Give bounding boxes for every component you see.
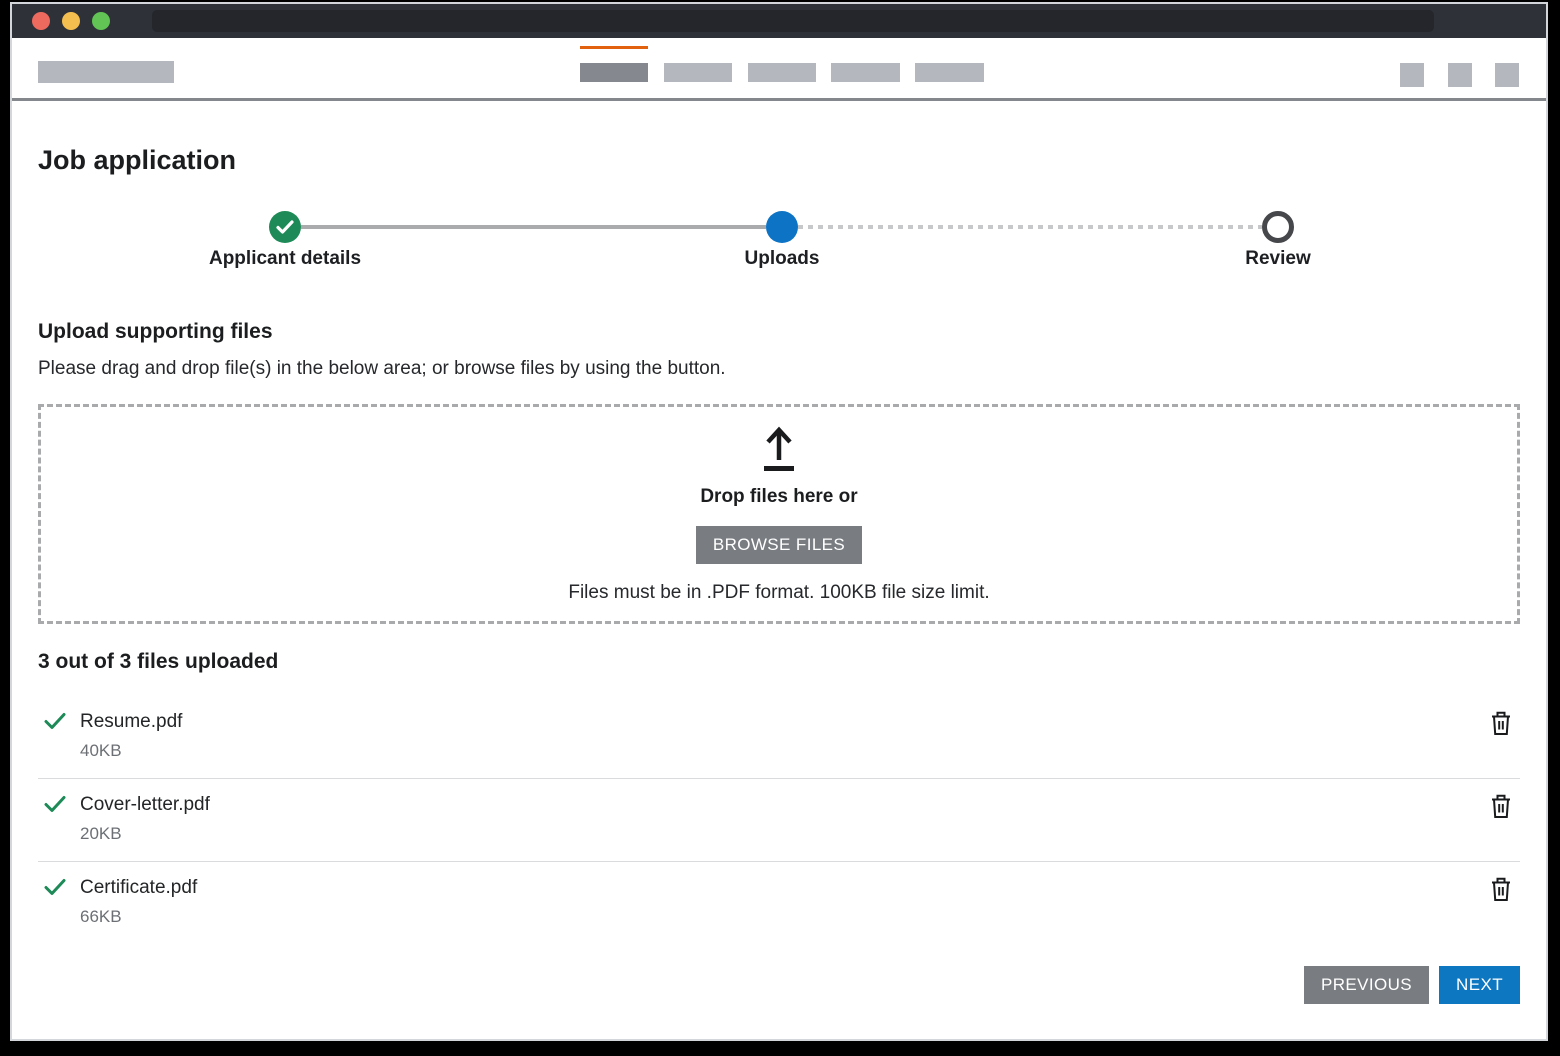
stepper-connector-complete xyxy=(301,225,766,229)
trash-icon xyxy=(1490,793,1512,819)
delete-file-button[interactable] xyxy=(1488,876,1514,902)
file-row-certificate: Certificate.pdf 66KB xyxy=(38,862,1520,944)
previous-button[interactable]: PREVIOUS xyxy=(1304,966,1429,1004)
drop-files-text: Drop files here or xyxy=(700,486,857,508)
file-dropzone[interactable]: Drop files here or BROWSE FILES Files mu… xyxy=(38,404,1520,624)
file-size: 40KB xyxy=(80,740,1480,762)
window-close-button[interactable] xyxy=(32,12,50,30)
file-row-resume: Resume.pdf 40KB xyxy=(38,696,1520,779)
file-uploaded-check-icon xyxy=(44,712,66,730)
desktop-background: { "colors": { "accent_orange": "#e2610e"… xyxy=(0,0,1560,1056)
step-review-circle-icon[interactable] xyxy=(1262,211,1294,243)
stepper-connector-upcoming xyxy=(798,225,1262,229)
upload-section-description: Please drag and drop file(s) in the belo… xyxy=(38,357,1520,381)
window-zoom-button[interactable] xyxy=(92,12,110,30)
browser-window: Job application Applicant details Upload… xyxy=(10,2,1548,1041)
step-label-review: Review xyxy=(1245,248,1310,270)
files-uploaded-summary: 3 out of 3 files uploaded xyxy=(38,650,1520,674)
nav-action-icon-3[interactable] xyxy=(1495,63,1519,87)
file-format-note: Files must be in .PDF format. 100KB file… xyxy=(568,582,989,604)
step-uploads-dot-icon[interactable] xyxy=(766,211,798,243)
delete-file-button[interactable] xyxy=(1488,710,1514,736)
main-content: Job application Applicant details Upload… xyxy=(12,145,1546,1034)
page-title: Job application xyxy=(38,145,1520,175)
file-name: Cover-letter.pdf xyxy=(80,793,1480,817)
nav-tab-5[interactable] xyxy=(915,63,984,82)
file-uploaded-check-icon xyxy=(44,795,66,813)
uploaded-file-list: Resume.pdf 40KB Cover-letter.pdf 20KB xyxy=(38,696,1520,944)
trash-icon xyxy=(1490,710,1512,736)
window-titlebar xyxy=(12,4,1546,38)
nav-action-icon-1[interactable] xyxy=(1400,63,1424,87)
file-row-cover-letter: Cover-letter.pdf 20KB xyxy=(38,779,1520,862)
delete-file-button[interactable] xyxy=(1488,793,1514,819)
file-uploaded-check-icon xyxy=(44,878,66,896)
nav-tab-1-active[interactable] xyxy=(580,63,648,82)
upload-section-heading: Upload supporting files xyxy=(38,320,1520,344)
nav-action-icon-2[interactable] xyxy=(1448,63,1472,87)
file-size: 66KB xyxy=(80,906,1480,928)
progress-stepper: Applicant details Uploads Review xyxy=(38,175,1520,275)
wizard-footer-actions: PREVIOUS NEXT xyxy=(38,966,1520,1034)
step-label-applicant-details: Applicant details xyxy=(209,248,361,270)
file-name: Certificate.pdf xyxy=(80,876,1480,900)
address-bar[interactable] xyxy=(152,10,1434,32)
app-navbar xyxy=(12,38,1546,101)
nav-tab-3[interactable] xyxy=(748,63,816,82)
file-size: 20KB xyxy=(80,823,1480,845)
step-label-uploads: Uploads xyxy=(745,248,820,270)
trash-icon xyxy=(1490,876,1512,902)
step-applicant-details-check-icon[interactable] xyxy=(269,211,301,243)
active-tab-indicator xyxy=(580,46,648,49)
check-icon xyxy=(276,220,294,234)
nav-tab-4[interactable] xyxy=(831,63,900,82)
nav-tab-2[interactable] xyxy=(664,63,732,82)
browse-files-button[interactable]: BROWSE FILES xyxy=(696,526,862,564)
window-minimize-button[interactable] xyxy=(62,12,80,30)
file-name: Resume.pdf xyxy=(80,710,1480,734)
logo-placeholder xyxy=(38,61,174,83)
upload-icon xyxy=(757,424,801,472)
next-button[interactable]: NEXT xyxy=(1439,966,1520,1004)
